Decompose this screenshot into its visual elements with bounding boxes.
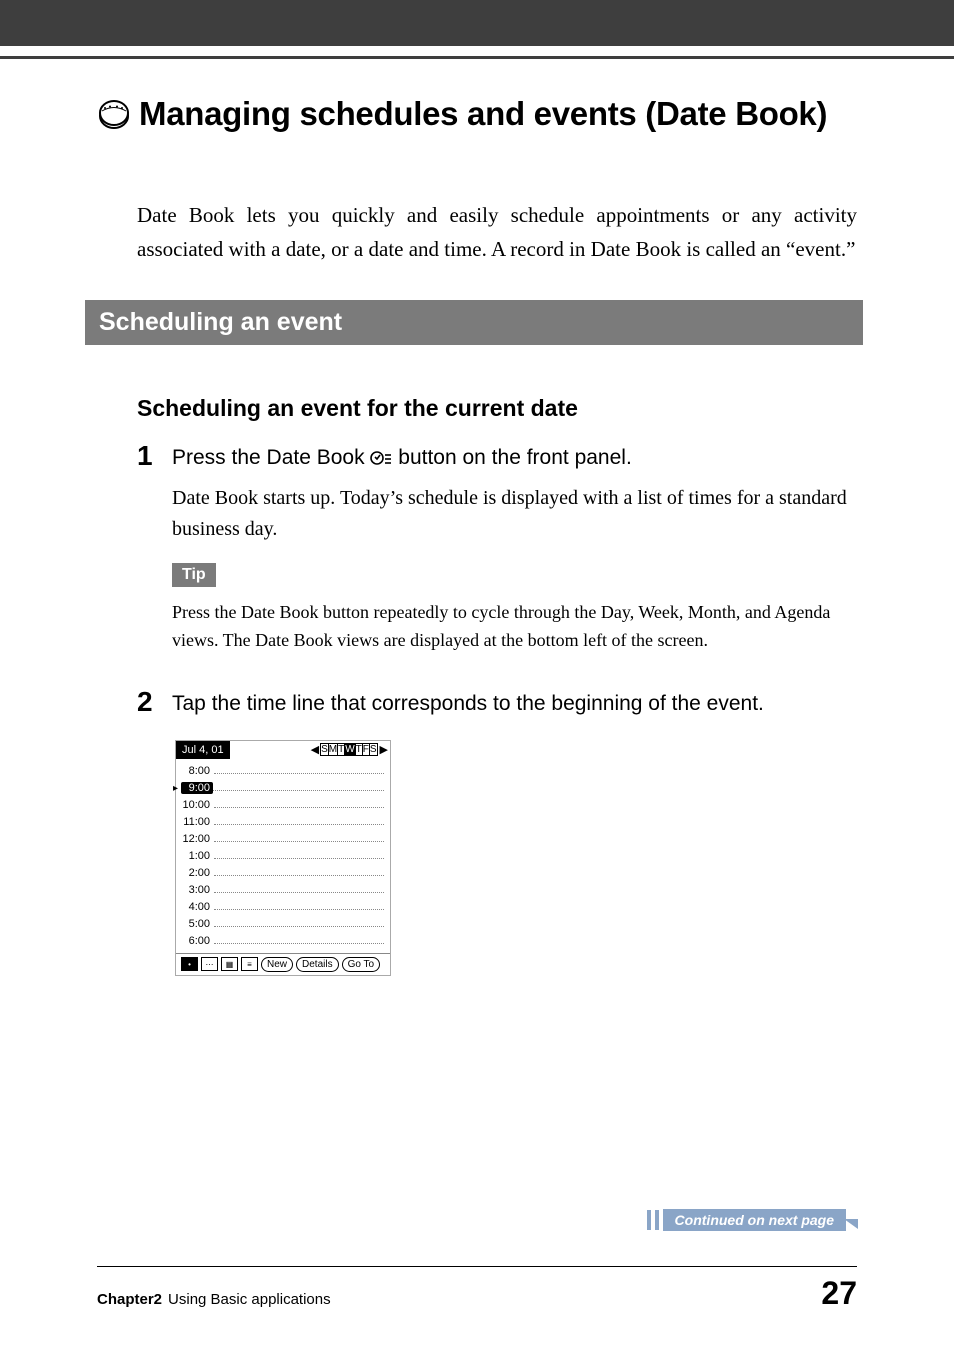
dayview-week-nav: ◀ SMTWTFS ▶ (309, 741, 390, 759)
time-line[interactable] (214, 915, 384, 927)
time-label[interactable]: 8:00 (182, 765, 214, 777)
time-row[interactable]: 10:00 (182, 796, 384, 813)
new-button[interactable]: New (261, 957, 293, 972)
top-bar (0, 0, 954, 46)
time-line[interactable] (214, 864, 384, 876)
time-row[interactable]: 5:00 (182, 915, 384, 932)
step-heading-after: button on the front panel. (392, 446, 631, 469)
footer-chapter: Chapter2 (97, 1291, 162, 1308)
footer-chapter-desc: Using Basic applications (168, 1291, 331, 1308)
dayview-date: Jul 4, 01 (176, 741, 230, 759)
subheading: Scheduling an event for the current date (137, 395, 857, 422)
dayview-body: ▸ 8:00 9:00 10:00 11:00 12:00 1:00 2:00 3:00 4:0… (176, 759, 390, 953)
time-label[interactable]: 4:00 (182, 901, 214, 913)
tip-text: Press the Date Book button repeatedly to… (172, 599, 857, 655)
time-line[interactable] (214, 898, 384, 910)
time-line[interactable] (214, 847, 384, 859)
chapter-title-text: Managing schedules and events (Date Book… (139, 95, 827, 133)
time-row[interactable]: 11:00 (182, 813, 384, 830)
time-label[interactable]: 9:00 (181, 782, 213, 794)
time-line[interactable] (214, 796, 384, 808)
next-week-arrow[interactable]: ▶ (378, 743, 390, 756)
time-row[interactable]: 2:00 (182, 864, 384, 881)
continued-arrow (844, 1219, 858, 1229)
month-view-icon[interactable]: ▦ (221, 957, 238, 971)
time-row[interactable]: 1:00 (182, 847, 384, 864)
time-row[interactable]: 9:00 (182, 779, 384, 796)
weekday-cell[interactable]: S (369, 743, 378, 756)
time-label[interactable]: 12:00 (182, 833, 214, 845)
time-line[interactable] (214, 881, 384, 893)
time-line[interactable] (214, 932, 384, 944)
continued-accent-bar (647, 1210, 651, 1230)
step-number: 1 (137, 442, 172, 674)
step-description: Date Book starts up. Today’s schedule is… (172, 483, 857, 545)
time-label[interactable]: 5:00 (182, 918, 214, 930)
step: 2 Tap the time line that corresponds to … (137, 688, 857, 726)
page-number: 27 (821, 1275, 857, 1312)
time-line[interactable] (213, 779, 384, 791)
agenda-view-icon[interactable]: ≡ (241, 957, 258, 971)
datebook-app-icon (97, 97, 131, 131)
time-line[interactable] (214, 762, 384, 774)
datebook-button-icon (370, 445, 392, 477)
weekday-cell[interactable]: W (344, 743, 355, 756)
step: 1 Press the Date Book button on the fron… (137, 442, 857, 674)
time-label[interactable]: 6:00 (182, 935, 214, 947)
time-line[interactable] (214, 813, 384, 825)
chapter-title: Managing schedules and events (Date Book… (97, 95, 857, 133)
datebook-dayview: Jul 4, 01 ◀ SMTWTFS ▶ ▸ 8:00 9:00 10:00 11:… (175, 740, 391, 976)
details-button[interactable]: Details (296, 957, 339, 972)
tip-label: Tip (172, 563, 216, 587)
time-row[interactable]: 8:00 (182, 762, 384, 779)
time-row[interactable]: 6:00 (182, 932, 384, 949)
continued-banner: Continued on next page (647, 1209, 858, 1231)
goto-button[interactable]: Go To (342, 957, 381, 972)
dayview-header: Jul 4, 01 ◀ SMTWTFS ▶ (176, 741, 390, 759)
time-label[interactable]: 3:00 (182, 884, 214, 896)
dayview-footer: • ⋯ ▦ ≡ New Details Go To (176, 953, 390, 975)
time-label[interactable]: 2:00 (182, 867, 214, 879)
step-number: 2 (137, 688, 172, 726)
time-row[interactable]: 3:00 (182, 881, 384, 898)
step-heading: Press the Date Book button on the front … (172, 442, 857, 477)
continued-accent-bar (655, 1210, 659, 1230)
time-row[interactable]: 12:00 (182, 830, 384, 847)
time-label[interactable]: 11:00 (182, 816, 214, 828)
insertion-caret: ▸ (173, 783, 178, 794)
continued-text: Continued on next page (663, 1209, 846, 1231)
time-label[interactable]: 10:00 (182, 799, 214, 811)
week-view-icon[interactable]: ⋯ (201, 957, 218, 971)
section-heading: Scheduling an event (85, 300, 863, 345)
page-footer: Chapter2 Using Basic applications 27 (97, 1266, 857, 1312)
time-label[interactable]: 1:00 (182, 850, 214, 862)
day-view-icon[interactable]: • (181, 957, 198, 971)
time-line[interactable] (214, 830, 384, 842)
step-heading: Tap the time line that corresponds to th… (172, 688, 857, 720)
intro-paragraph: Date Book lets you quickly and easily sc… (137, 199, 857, 266)
time-row[interactable]: 4:00 (182, 898, 384, 915)
step-heading-before: Press the Date Book (172, 446, 370, 469)
